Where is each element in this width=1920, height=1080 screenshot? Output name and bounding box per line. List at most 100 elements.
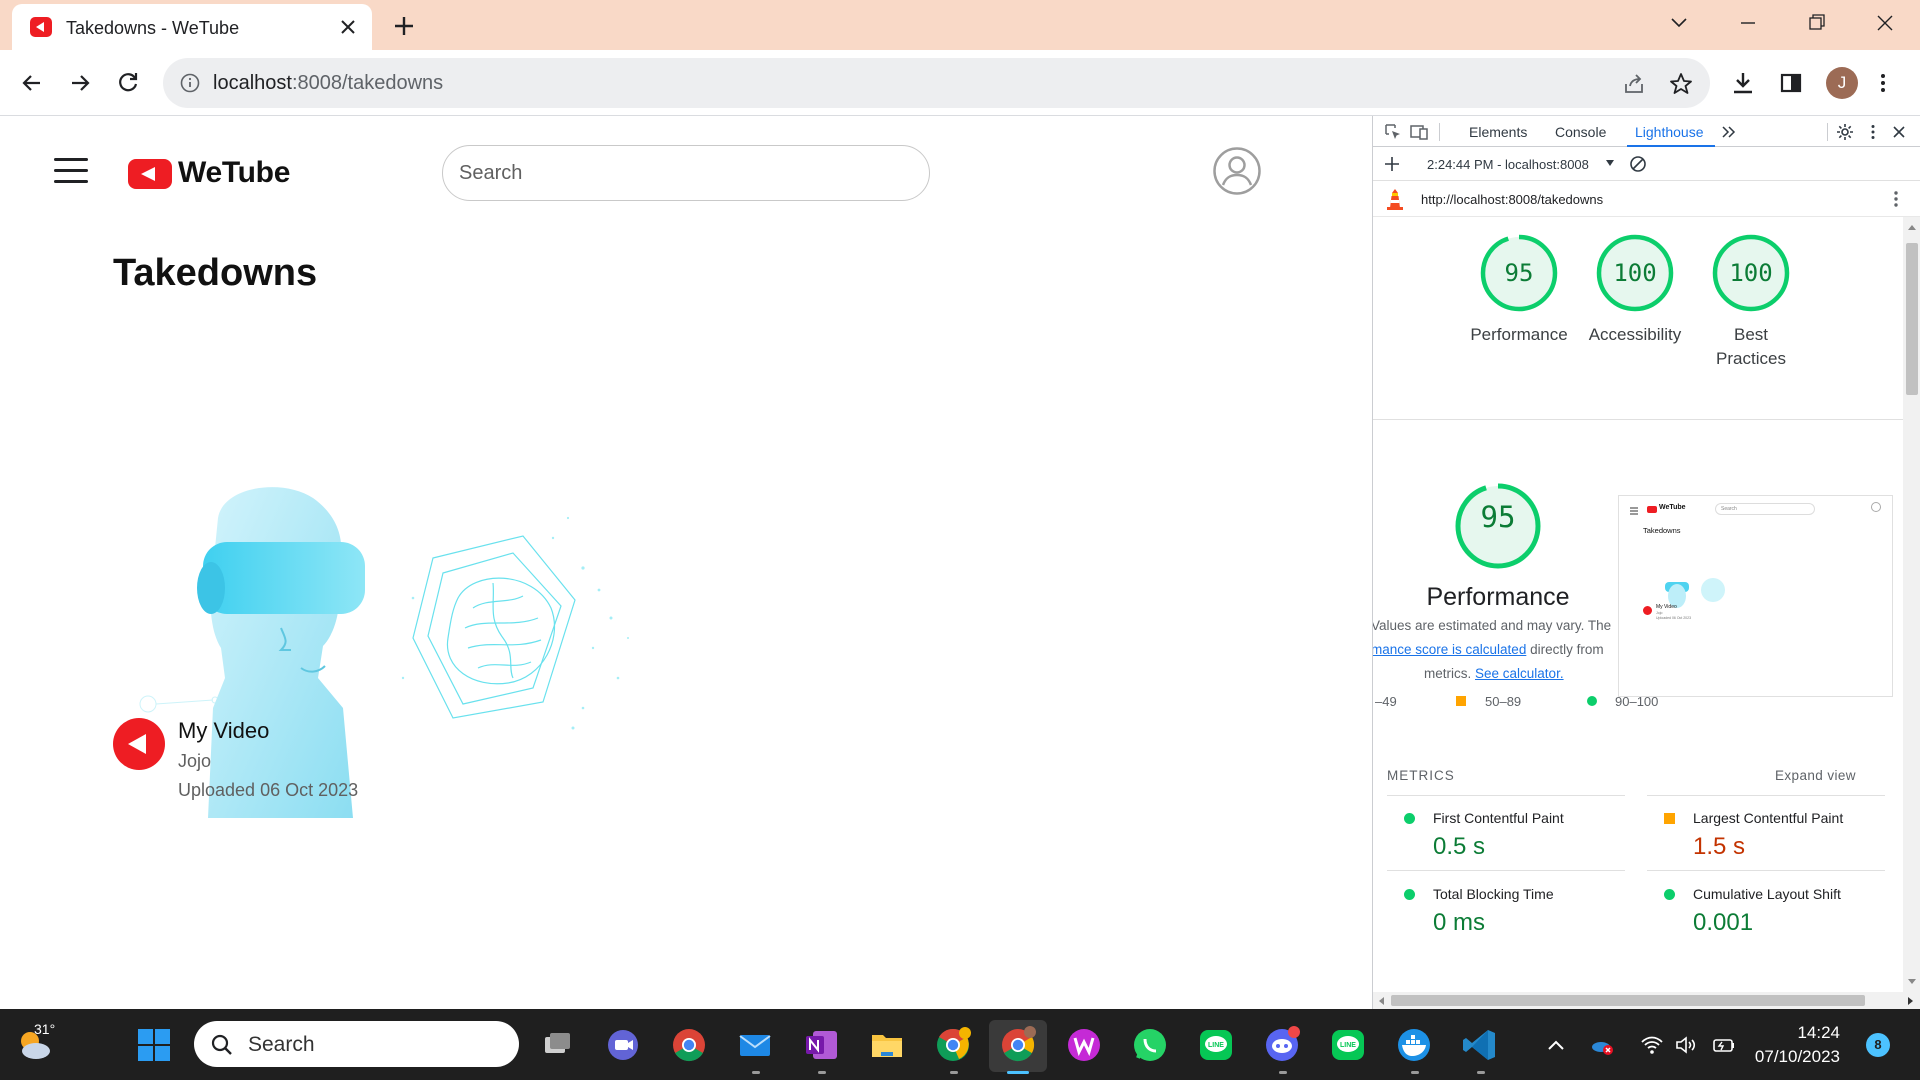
tab-title: Takedowns - WeTube — [66, 18, 240, 38]
gauge-best-practices-label: Best Practices — [1716, 325, 1786, 368]
tab-search-chevron-icon[interactable] — [1664, 10, 1694, 36]
scroll-up-arrow-icon[interactable] — [1907, 223, 1917, 231]
video-channel[interactable]: Jojo — [178, 751, 211, 772]
metric-tbt-value: 0 ms — [1433, 909, 1486, 936]
settings-gear-icon[interactable] — [1835, 122, 1855, 142]
see-calculator-link[interactable]: See calculator. — [1475, 666, 1564, 681]
video-title[interactable]: My Video — [178, 718, 269, 744]
wifi-icon[interactable] — [1640, 1033, 1664, 1057]
back-button[interactable] — [18, 69, 46, 97]
onenote-icon[interactable] — [801, 1025, 841, 1065]
devtools-menu-icon[interactable] — [1863, 122, 1883, 142]
address-bar[interactable]: localhost:8008/takedowns — [163, 58, 1710, 108]
running-indicator — [1477, 1071, 1485, 1074]
expand-view-toggle[interactable]: Expand view — [1775, 768, 1856, 783]
score-note-line1: Values are estimated and may vary. The — [1373, 618, 1612, 633]
volume-icon[interactable] — [1674, 1033, 1698, 1057]
profile-avatar[interactable]: J — [1826, 67, 1858, 99]
thumb-video-date: Uploaded 06 Oct 2023 — [1656, 616, 1692, 620]
close-devtools-icon[interactable] — [1889, 122, 1909, 142]
new-report-icon[interactable] — [1383, 155, 1401, 173]
system-clock[interactable]: 14:24 07/10/2023 — [1740, 1021, 1840, 1069]
thumb-page-title: Takedowns — [1643, 526, 1681, 535]
task-view-icon[interactable] — [537, 1025, 577, 1065]
menu-hamburger-icon[interactable] — [54, 158, 88, 184]
line-secondary-icon[interactable]: LINE — [1328, 1025, 1368, 1065]
more-tabs-chevron-icon[interactable] — [1719, 122, 1739, 142]
chrome-menu-icon[interactable] — [1868, 68, 1898, 98]
thumb-video-title: My Video — [1656, 604, 1677, 610]
whatsapp-icon[interactable] — [1130, 1025, 1170, 1065]
performance-detail-score: 95 — [1480, 500, 1516, 534]
bookmark-star-icon[interactable] — [1668, 71, 1694, 97]
lighthouse-report-body: 95 Performance 100 Accessibility 100 Bes… — [1373, 217, 1903, 992]
active-running-indicator — [1007, 1071, 1029, 1074]
new-tab-button[interactable] — [392, 14, 416, 38]
start-windows-icon[interactable] — [134, 1025, 174, 1065]
tab-elements[interactable]: Elements — [1469, 124, 1527, 140]
chrome-active-window-icon[interactable] — [998, 1025, 1038, 1065]
device-toolbar-icon[interactable] — [1409, 122, 1429, 142]
vertical-scroll-thumb[interactable] — [1906, 243, 1918, 395]
thumb-menu-icon — [1630, 507, 1638, 515]
browser-tab[interactable]: Takedowns - WeTube — [12, 4, 372, 50]
forward-button[interactable] — [66, 69, 94, 97]
onedrive-error-icon[interactable] — [1590, 1033, 1614, 1057]
lighthouse-report-header: http://localhost:8008/takedowns — [1373, 181, 1920, 217]
notification-count-badge[interactable]: 8 — [1866, 1033, 1890, 1057]
report-url[interactable]: http://localhost:8008/takedowns — [1421, 192, 1603, 207]
side-panel-icon[interactable] — [1776, 68, 1806, 98]
close-tab-icon[interactable] — [338, 17, 358, 37]
channel-avatar-icon[interactable] — [113, 718, 165, 770]
show-hidden-icons-chevron-icon[interactable] — [1544, 1033, 1568, 1057]
report-dropdown-icon[interactable] — [1605, 158, 1615, 168]
vscode-icon[interactable] — [1460, 1025, 1500, 1065]
tab-lighthouse[interactable]: Lighthouse — [1635, 124, 1704, 140]
mail-icon[interactable] — [735, 1025, 775, 1065]
chrome-icon[interactable] — [669, 1025, 709, 1065]
download-icon[interactable] — [1728, 68, 1758, 98]
running-indicator — [1279, 1071, 1287, 1074]
report-horizontal-scrollbar[interactable] — [1373, 992, 1920, 1009]
taskbar-search[interactable]: Search — [194, 1021, 519, 1067]
running-indicator — [752, 1071, 760, 1074]
wps-office-icon[interactable] — [1064, 1025, 1104, 1065]
tab-console[interactable]: Console — [1555, 124, 1606, 140]
file-explorer-icon[interactable] — [867, 1025, 907, 1065]
report-selector[interactable]: 2:24:44 PM - localhost:8008 — [1427, 157, 1589, 172]
metric-pass-icon — [1664, 889, 1675, 900]
horizontal-scroll-thumb[interactable] — [1391, 995, 1865, 1006]
browser-toolbar: localhost:8008/takedowns — [0, 50, 1920, 116]
site-info-icon[interactable] — [179, 72, 201, 94]
scroll-right-arrow-icon[interactable] — [1907, 996, 1915, 1006]
share-icon[interactable] — [1621, 71, 1647, 97]
final-screenshot-thumbnail[interactable]: WeTube Search Takedowns My Video Jojo Up… — [1618, 495, 1893, 697]
scroll-down-arrow-icon[interactable] — [1907, 978, 1917, 986]
close-window-button[interactable] — [1870, 10, 1900, 36]
report-menu-icon[interactable] — [1887, 189, 1905, 209]
inspect-element-icon[interactable] — [1383, 122, 1403, 142]
report-vertical-scrollbar[interactable] — [1903, 217, 1920, 992]
legend-fail: –49 — [1375, 694, 1397, 709]
search-input[interactable] — [442, 145, 930, 201]
lighthouse-logo-icon — [1387, 189, 1403, 210]
battery-icon[interactable] — [1712, 1033, 1736, 1057]
chrome-profile-icon[interactable] — [933, 1025, 973, 1065]
line-icon[interactable]: LINE — [1196, 1025, 1236, 1065]
clear-reports-icon[interactable] — [1629, 155, 1647, 173]
metric-pass-icon — [1404, 889, 1415, 900]
metric-cls-value: 0.001 — [1693, 909, 1754, 936]
discord-icon[interactable] — [1262, 1025, 1302, 1065]
page-title: Takedowns — [113, 252, 318, 294]
score-calculation-link[interactable]: mance score is calculated — [1373, 642, 1526, 657]
teams-chat-icon[interactable] — [603, 1025, 643, 1065]
restore-button[interactable] — [1801, 10, 1831, 36]
account-icon[interactable] — [1212, 146, 1262, 196]
metric-divider — [1647, 795, 1885, 796]
docker-icon[interactable] — [1394, 1025, 1434, 1065]
reload-button[interactable] — [114, 69, 142, 97]
minimize-button[interactable] — [1733, 10, 1763, 36]
thumb-account-icon — [1871, 502, 1881, 512]
metric-fcp-value: 0.5 s — [1433, 833, 1486, 860]
scroll-left-arrow-icon[interactable] — [1377, 996, 1385, 1006]
